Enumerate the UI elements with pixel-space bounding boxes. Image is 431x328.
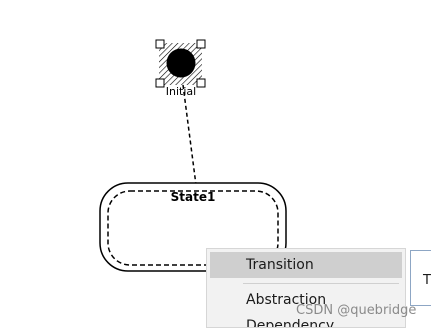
menu-separator	[243, 283, 399, 284]
side-panel-text: T	[423, 273, 431, 288]
state-label: State1	[171, 190, 216, 204]
selection-handle-bottom-right[interactable]	[196, 78, 206, 88]
menu-item-label: Transition	[246, 257, 314, 273]
menu-item-transition[interactable]: Transition	[210, 252, 402, 278]
selection-handle-top-left[interactable]	[155, 39, 165, 49]
side-tooltip-panel: T	[410, 250, 431, 306]
watermark: CSDN @quebridge	[296, 303, 417, 318]
initial-node[interactable]: Initial	[155, 39, 206, 98]
diagram-editor-canvas[interactable]: State1 Initial Transition Abstraction De…	[0, 0, 431, 328]
selection-handle-top-right[interactable]	[196, 39, 206, 49]
menu-item-label: Dependency	[246, 318, 335, 328]
selection-handle-bottom-left[interactable]	[155, 78, 165, 88]
initial-label: Initial	[166, 85, 196, 98]
